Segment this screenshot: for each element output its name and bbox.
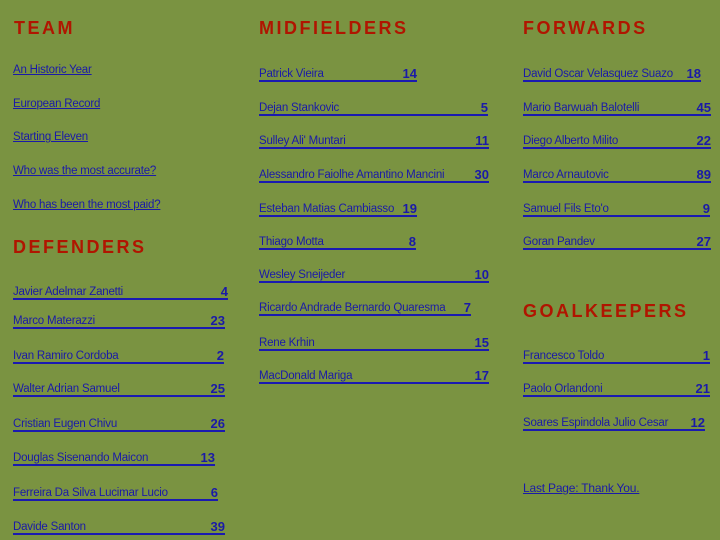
player-name: Mario Barwuah Balotelli: [523, 102, 640, 114]
player-number: 19: [402, 201, 417, 216]
player-link[interactable]: MacDonald Mariga 17: [259, 368, 489, 384]
player-number: 6: [210, 485, 218, 500]
player-name: Rene Krhin: [259, 337, 315, 349]
player-link[interactable]: Cristian Eugen Chivu 26: [13, 416, 225, 432]
player-link[interactable]: Diego Alberto Milito 22: [523, 133, 711, 149]
player-name: Patrick Vieira: [259, 68, 324, 80]
player-link[interactable]: Esteban Matias Cambiasso 19: [259, 201, 417, 217]
player-name: Ivan Ramiro Cordoba: [13, 350, 119, 362]
player-link[interactable]: Wesley Sneijeder 10: [259, 267, 489, 283]
player-name: Marco Materazzi: [13, 315, 95, 327]
player-link[interactable]: Paolo Orlandoni 21: [523, 381, 710, 397]
team-link-historic-year[interactable]: An Historic Year: [13, 64, 92, 76]
player-link[interactable]: Samuel Fils Eto'o 9: [523, 201, 710, 217]
last-page-link[interactable]: Last Page: Thank You.: [523, 481, 640, 495]
player-link[interactable]: Marco Arnautovic 89: [523, 167, 711, 183]
player-link[interactable]: Douglas Sisenando Maicon 13: [13, 450, 215, 466]
player-name: David Oscar Velasquez Suazo: [523, 68, 673, 80]
player-name: Sulley Ali' Muntari: [259, 135, 346, 147]
player-name: Ferreira Da Silva Lucimar Lucio: [13, 487, 168, 499]
player-number: 2: [216, 348, 224, 363]
player-name: Cristian Eugen Chivu: [13, 418, 118, 430]
player-link[interactable]: Mario Barwuah Balotelli 45: [523, 100, 711, 116]
player-number: 17: [474, 368, 489, 383]
player-name: Douglas Sisenando Maicon: [13, 452, 149, 464]
player-name: Wesley Sneijeder: [259, 269, 346, 281]
player-number: 39: [210, 519, 225, 534]
team-link-european-record[interactable]: European Record: [13, 98, 100, 110]
player-number: 10: [474, 267, 489, 282]
player-name: Davide Santon: [13, 521, 86, 533]
player-number: 26: [210, 416, 225, 431]
player-name: Alessandro Faiolhe Amantino Mancini: [259, 169, 445, 181]
goalkeepers-heading: GOALKEEPERS: [523, 301, 689, 321]
player-number: 9: [702, 201, 710, 216]
player-link[interactable]: Soares Espindola Julio Cesar 12: [523, 415, 705, 431]
player-link[interactable]: David Oscar Velasquez Suazo 18: [523, 66, 701, 82]
player-link[interactable]: Patrick Vieira 14: [259, 66, 417, 82]
team-link-starting-eleven[interactable]: Starting Eleven: [13, 131, 88, 143]
player-name: Soares Espindola Julio Cesar: [523, 417, 669, 429]
player-number: 4: [220, 284, 228, 299]
player-number: 25: [210, 381, 225, 396]
player-number: 7: [463, 300, 471, 315]
player-link[interactable]: Walter Adrian Samuel 25: [13, 381, 225, 397]
player-link[interactable]: Davide Santon 39: [13, 519, 225, 535]
player-number: 22: [696, 133, 711, 148]
player-number: 89: [696, 167, 711, 182]
player-link[interactable]: Francesco Toldo 1: [523, 348, 710, 364]
player-name: Paolo Orlandoni: [523, 383, 603, 395]
player-link[interactable]: Goran Pandev 27: [523, 234, 711, 250]
player-link[interactable]: Alessandro Faiolhe Amantino Mancini 30: [259, 167, 489, 183]
team-link-most-paid[interactable]: Who has been the most paid?: [13, 199, 161, 211]
player-number: 5: [480, 100, 488, 115]
player-number: 18: [686, 66, 701, 81]
player-name: Walter Adrian Samuel: [13, 383, 120, 395]
player-name: MacDonald Mariga: [259, 370, 353, 382]
player-number: 13: [200, 450, 215, 465]
player-link[interactable]: Dejan Stankovic 5: [259, 100, 488, 116]
player-number: 27: [696, 234, 711, 249]
player-number: 23: [210, 313, 225, 328]
midfielders-heading: MIDFIELDERS: [259, 18, 409, 38]
player-number: 11: [475, 133, 489, 148]
player-link[interactable]: Ferreira Da Silva Lucimar Lucio 6: [13, 485, 218, 501]
player-link[interactable]: Sulley Ali' Muntari 11: [259, 133, 489, 149]
player-name: Dejan Stankovic: [259, 102, 340, 114]
player-number: 14: [402, 66, 417, 81]
player-name: Marco Arnautovic: [523, 169, 609, 181]
player-name: Francesco Toldo: [523, 350, 605, 362]
player-link[interactable]: Rene Krhin 15: [259, 335, 489, 351]
player-name: Samuel Fils Eto'o: [523, 203, 609, 215]
player-name: Javier Adelmar Zanetti: [13, 286, 124, 298]
player-number: 12: [690, 415, 705, 430]
defenders-heading: DEFENDERS: [13, 237, 147, 257]
player-name: Diego Alberto Milito: [523, 135, 619, 147]
player-number: 21: [695, 381, 710, 396]
forwards-heading: FORWARDS: [523, 18, 648, 38]
team-heading: TEAM: [14, 18, 75, 38]
player-number: 15: [474, 335, 489, 350]
player-link[interactable]: Ricardo Andrade Bernardo Quaresma 7: [259, 300, 471, 316]
player-number: 45: [696, 100, 711, 115]
player-number: 1: [702, 348, 710, 363]
player-link[interactable]: Thiago Motta 8: [259, 234, 416, 250]
team-link-most-accurate[interactable]: Who was the most accurate?: [13, 165, 156, 177]
player-name: Thiago Motta: [259, 236, 324, 248]
player-link[interactable]: Javier Adelmar Zanetti 4: [13, 284, 228, 300]
player-name: Goran Pandev: [523, 236, 595, 248]
player-number: 8: [408, 234, 416, 249]
player-link[interactable]: Ivan Ramiro Cordoba 2: [13, 348, 224, 364]
player-name: Ricardo Andrade Bernardo Quaresma: [259, 302, 446, 314]
player-link[interactable]: Marco Materazzi 23: [13, 313, 225, 329]
player-name: Esteban Matias Cambiasso: [259, 203, 395, 215]
player-number: 30: [474, 167, 489, 182]
